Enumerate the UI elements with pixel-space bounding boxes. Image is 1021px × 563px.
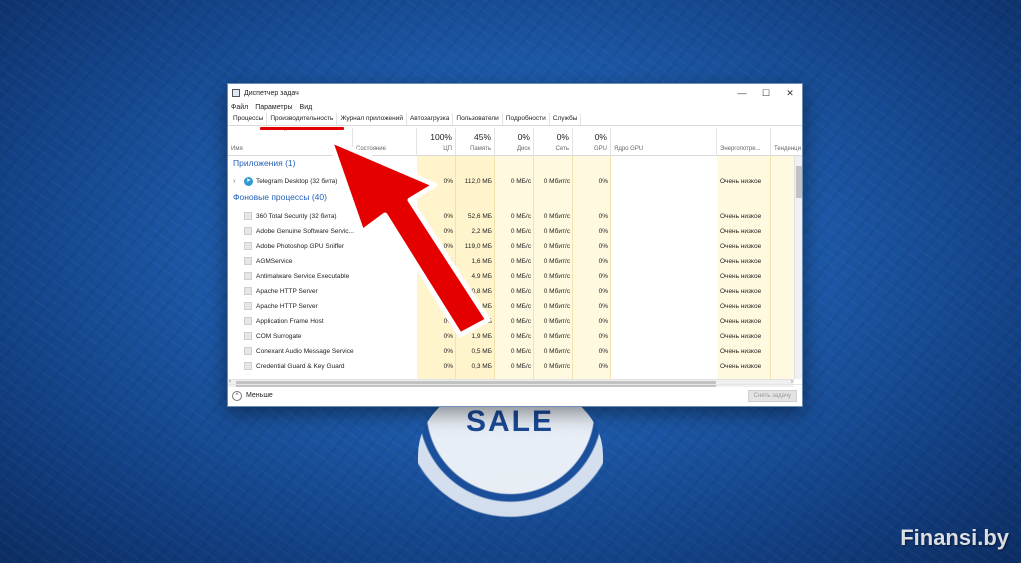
- column-status[interactable]: Состояние: [353, 128, 417, 156]
- table-row[interactable]: Credential Guard & Key Guard 0% 0,3 МБ 0…: [228, 359, 794, 374]
- process-icon: [244, 242, 252, 250]
- column-memory[interactable]: 45% Память: [456, 128, 495, 156]
- column-network[interactable]: 0% Сеть: [534, 128, 573, 156]
- table-row[interactable]: Conexant Audio Message Service 0% 0,5 МБ…: [228, 344, 794, 359]
- process-icon: [244, 317, 252, 325]
- telegram-icon: ➤: [244, 177, 253, 186]
- table-row[interactable]: Antimalware Service Executable 0% 4,9 МБ…: [228, 269, 794, 284]
- close-button[interactable]: ✕: [778, 84, 802, 102]
- vertical-scroll-thumb[interactable]: [796, 166, 802, 198]
- watermark: Finansi.by: [900, 525, 1009, 550]
- column-headers: ^ Имя Состояние 100% ЦП 45% Память 0% Ди…: [228, 128, 802, 156]
- expand-chevron-icon[interactable]: ›: [233, 174, 235, 189]
- minimize-button[interactable]: —: [730, 84, 754, 102]
- process-icon: [244, 272, 252, 280]
- tab-details[interactable]: Подробности: [503, 113, 550, 125]
- end-task-button[interactable]: Снять задачу: [747, 390, 797, 402]
- task-manager-window: Диспетчер задач — ☐ ✕ Файл Параметры Вид…: [227, 83, 803, 407]
- process-icon: [244, 227, 252, 235]
- menu-view[interactable]: Вид: [300, 104, 313, 111]
- menu-bar: Файл Параметры Вид: [228, 102, 802, 113]
- table-row[interactable]: Application Frame Host 0% 0,7 МБ 0 МБ/с …: [228, 314, 794, 329]
- process-icon: [244, 287, 252, 295]
- table-row[interactable]: Adobe Genuine Software Servic... 0% 2,2 …: [228, 224, 794, 239]
- tab-app-history[interactable]: Журнал приложений: [337, 113, 407, 125]
- column-power-trend[interactable]: Тенденци: [771, 128, 802, 156]
- highlight-underline: [260, 127, 344, 130]
- group-header-background[interactable]: Фоновые процессы (40): [228, 192, 794, 207]
- group-header-apps[interactable]: Приложения (1): [228, 158, 794, 173]
- column-gpu-engine[interactable]: Ядро GPU: [611, 128, 717, 156]
- process-icon: [244, 347, 252, 355]
- title-bar[interactable]: Диспетчер задач — ☐ ✕: [228, 84, 802, 102]
- vertical-scrollbar[interactable]: [794, 156, 802, 379]
- process-grid: ^ Имя Состояние 100% ЦП 45% Память 0% Ди…: [228, 128, 802, 379]
- menu-options[interactable]: Параметры: [255, 104, 292, 111]
- process-list: Приложения (1) › ➤ Telegram Desktop (32 …: [228, 156, 794, 379]
- process-icon: [244, 257, 252, 265]
- table-row[interactable]: 360 Total Security (32 бита) 0% 52,6 МБ …: [228, 209, 794, 224]
- tab-bar: Процессы Производительность Журнал прило…: [228, 113, 802, 126]
- process-icon: [244, 212, 252, 220]
- collapse-chevron-icon[interactable]: ^: [232, 390, 242, 401]
- fewer-details-link[interactable]: Меньше: [246, 392, 273, 399]
- column-gpu[interactable]: 0% GPU: [573, 128, 611, 156]
- background-logo-text: SALE: [465, 405, 554, 438]
- footer-bar: ^ Меньше Снять задачу: [228, 384, 802, 406]
- process-icon: [244, 362, 252, 370]
- tab-services[interactable]: Службы: [550, 113, 582, 125]
- column-name[interactable]: ^ Имя: [228, 128, 353, 156]
- window-title: Диспетчер задач: [244, 89, 299, 97]
- tab-processes[interactable]: Процессы: [230, 113, 268, 125]
- maximize-button[interactable]: ☐: [754, 84, 778, 102]
- table-row[interactable]: AGMService 0% 1,6 МБ 0 МБ/с 0 Мбит/с 0% …: [228, 254, 794, 269]
- tab-users[interactable]: Пользователи: [453, 113, 503, 125]
- table-row[interactable]: Apache HTTP Server 0% 0,8 МБ 0 МБ/с 0 Мб…: [228, 284, 794, 299]
- table-row[interactable]: Apache HTTP Server 0% 0,3 МБ 0 МБ/с 0 Мб…: [228, 299, 794, 314]
- column-disk[interactable]: 0% Диск: [495, 128, 534, 156]
- table-row[interactable]: COM Surrogate 0% 1,9 МБ 0 МБ/с 0 Мбит/с …: [228, 329, 794, 344]
- column-power[interactable]: Энергопотре...: [717, 128, 771, 156]
- column-cpu[interactable]: 100% ЦП: [417, 128, 456, 156]
- table-row[interactable]: › ➤ Telegram Desktop (32 бита) 0% 112,0 …: [228, 174, 794, 189]
- tab-performance[interactable]: Производительность: [267, 113, 338, 125]
- menu-file[interactable]: Файл: [231, 104, 248, 111]
- table-row[interactable]: Adobe Photoshop GPU Sniffer 0% 119,0 МБ …: [228, 239, 794, 254]
- process-icon: [244, 302, 252, 310]
- tab-startup[interactable]: Автозагрузка: [407, 113, 454, 125]
- task-manager-icon: [232, 89, 240, 97]
- process-icon: [244, 332, 252, 340]
